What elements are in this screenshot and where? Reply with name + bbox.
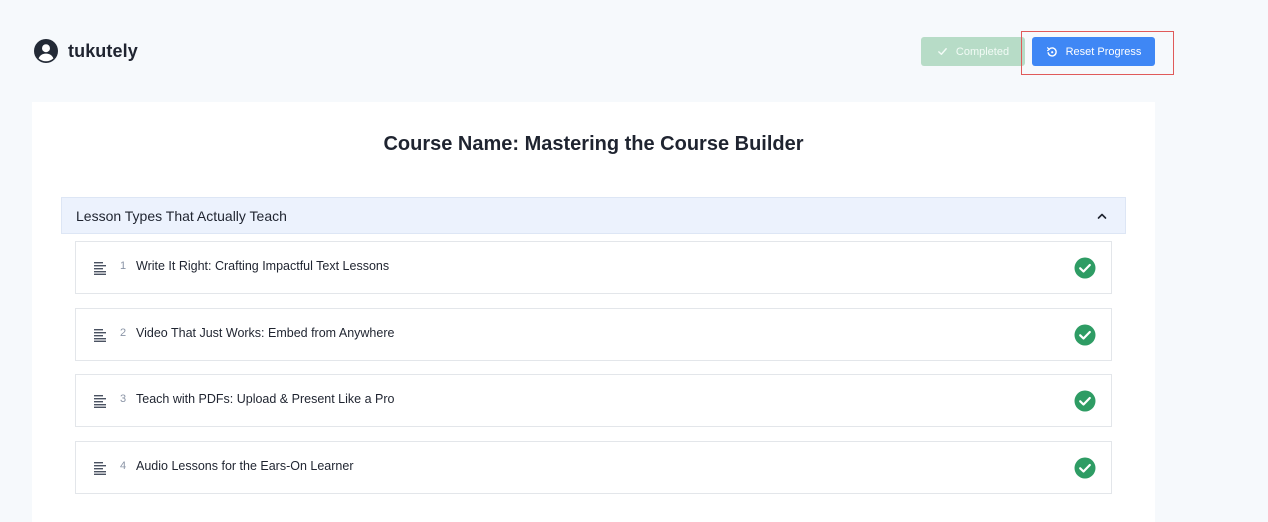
lesson-number: 4: [120, 460, 127, 472]
lesson-item[interactable]: 3 Teach with PDFs: Upload & Present Like…: [75, 374, 1112, 427]
brand[interactable]: tukutely: [34, 39, 138, 63]
text-lesson-icon: [94, 462, 106, 475]
top-header: tukutely Completed Reset Progress: [0, 0, 1268, 100]
section-title: Lesson Types That Actually Teach: [76, 208, 287, 224]
lesson-item[interactable]: 4 Audio Lessons for the Ears-On Learner: [75, 441, 1112, 494]
text-lesson-icon: [94, 395, 106, 408]
lesson-number: 3: [120, 393, 127, 405]
lesson-item[interactable]: 1 Write It Right: Crafting Impactful Tex…: [75, 241, 1112, 294]
lesson-item[interactable]: 2 Video That Just Works: Embed from Anyw…: [75, 308, 1112, 361]
course-title: Course Name: Mastering the Course Builde…: [383, 133, 804, 155]
completed-check-icon: [1074, 324, 1096, 346]
user-circle-icon: [34, 39, 58, 63]
check-icon: [937, 48, 947, 55]
completed-check-icon: [1074, 257, 1096, 279]
reset-progress-label: Reset Progress: [1065, 45, 1142, 58]
completed-button[interactable]: Completed: [921, 37, 1025, 66]
lesson-title: Write It Right: Crafting Impactful Text …: [136, 259, 390, 273]
reset-progress-button[interactable]: Reset Progress: [1032, 37, 1155, 66]
section-header[interactable]: Lesson Types That Actually Teach: [61, 197, 1126, 234]
lesson-title: Teach with PDFs: Upload & Present Like a…: [136, 392, 395, 406]
brand-name: tukutely: [68, 40, 138, 61]
chevron-up-icon[interactable]: [1096, 210, 1108, 222]
completed-check-icon: [1074, 457, 1096, 479]
completed-label: Completed: [955, 45, 1010, 58]
text-lesson-icon: [94, 329, 106, 342]
lesson-number: 1: [120, 260, 127, 272]
lesson-title: Audio Lessons for the Ears-On Learner: [136, 459, 354, 473]
lesson-number: 2: [120, 327, 127, 339]
completed-check-icon: [1074, 390, 1096, 412]
reset-icon: [1046, 46, 1057, 57]
lesson-title: Video That Just Works: Embed from Anywhe…: [136, 326, 395, 340]
text-lesson-icon: [94, 262, 106, 275]
